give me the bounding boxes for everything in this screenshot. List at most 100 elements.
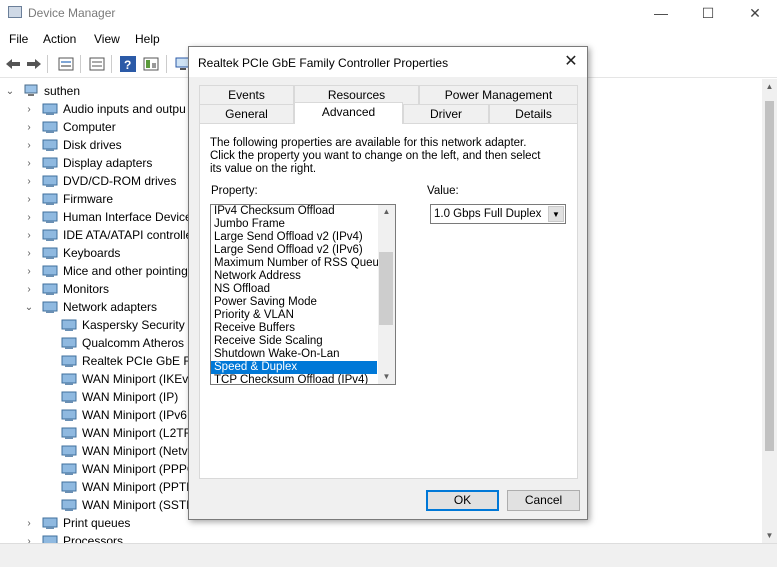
property-list-item[interactable]: IPv4 Checksum Offload [211,205,377,218]
property-list-item[interactable]: Receive Buffers [211,322,377,335]
menu-help[interactable]: Help [135,32,160,46]
property-list-item[interactable]: Jumbo Frame [211,218,377,231]
tab-power-management[interactable]: Power Management [419,85,578,104]
menu-action[interactable]: Action [43,32,76,46]
chevron-down-icon[interactable]: ▼ [548,206,564,222]
tree-item-adapter-10[interactable]: WAN Miniport (SSTF [43,496,194,514]
processor-icon [42,534,58,543]
property-list-item[interactable]: Network Address [211,270,377,283]
tree-item-label: Mice and other pointing [63,264,188,278]
property-listbox[interactable]: IPv4 Checksum Offload Jumbo Frame Large Se… [210,204,396,385]
tab-general[interactable]: General [199,104,294,123]
tree-item-label: WAN Miniport (IP) [82,390,179,404]
tree-item-category-8[interactable]: › Keyboards [24,244,120,262]
tree-item-category-9[interactable]: › Mice and other pointing [24,262,188,280]
tree-item-category-5[interactable]: › Firmware [24,190,113,208]
maximize-button[interactable]: ☐ [698,4,718,22]
listbox-scrollbar[interactable]: ▲ ▼ [378,205,395,384]
property-list-item[interactable]: Speed & Duplex [211,361,377,374]
tree-item-adapter-2[interactable]: Realtek PCIe GbE Far [43,352,201,370]
scroll-up-icon[interactable]: ▲ [378,205,395,219]
tree-item-category-4[interactable]: › DVD/CD-ROM drives [24,172,176,190]
chevron-right-icon[interactable]: › [24,154,34,172]
disk-icon [42,138,58,152]
tree-item-category-1[interactable]: › Computer [24,118,115,136]
chevron-right-icon[interactable]: › [24,136,34,154]
chevron-right-icon[interactable]: › [24,532,34,544]
tree-item-label: Firmware [63,192,113,206]
menu-view[interactable]: View [94,32,120,46]
chevron-right-icon[interactable]: › [24,514,34,532]
tree-item-label: IDE ATA/ATAPI controlle [63,228,193,242]
close-icon[interactable]: ✕ [561,52,581,72]
computer-icon [23,84,39,98]
chevron-right-icon[interactable]: › [24,208,34,226]
tree-item-category-2[interactable]: › Disk drives [24,136,121,154]
tab-advanced[interactable]: Advanced [294,102,403,124]
keyboard-icon [42,246,58,260]
menu-file[interactable]: File [9,32,28,46]
scroll-up-icon[interactable]: ▲ [762,79,777,94]
chevron-right-icon[interactable]: › [24,244,34,262]
chevron-down-icon[interactable]: ⌄ [24,298,34,316]
cancel-button[interactable]: Cancel [507,490,580,511]
chevron-down-icon[interactable]: ⌄ [5,82,15,100]
monitor-icon [42,282,58,296]
property-list-item[interactable]: Large Send Offload v2 (IPv4) [211,231,377,244]
help-icon[interactable]: ? [119,55,136,72]
tab-events[interactable]: Events [199,85,294,104]
chevron-right-icon[interactable]: › [24,226,34,244]
scroll-thumb[interactable] [379,252,393,325]
view-resources-icon[interactable] [142,55,159,72]
tree-item-adapter-1[interactable]: Qualcomm Atheros [43,334,184,352]
minimize-button[interactable]: — [651,4,671,22]
tree-root[interactable]: ⌄ suthen [5,82,80,100]
property-list-item[interactable]: NS Offload [211,283,377,296]
property-list-item[interactable]: Shutdown Wake-On-Lan [211,348,377,361]
toolbar-separator [111,55,112,73]
scroll-thumb[interactable] [765,101,774,451]
chevron-right-icon[interactable]: › [24,118,34,136]
tree-item-adapter-9[interactable]: WAN Miniport (PPTF [43,478,194,496]
tree-item-adapter-7[interactable]: WAN Miniport (Netv [43,442,188,460]
scroll-down-icon[interactable]: ▼ [378,370,395,384]
property-list-item[interactable]: TCP Checksum Offload (IPv4) [211,374,377,384]
tree-item-adapter-5[interactable]: WAN Miniport (IPv6 [43,406,187,424]
tree-item-adapter-6[interactable]: WAN Miniport (L2TF [43,424,191,442]
tree-scrollbar[interactable]: ▲ ▼ [762,79,777,543]
chevron-right-icon[interactable]: › [24,172,34,190]
tree-item-category-0[interactable]: › Audio inputs and outpu [24,100,185,118]
forward-arrow-icon[interactable] [25,55,42,72]
printer-icon [42,516,58,530]
property-list-item[interactable]: Receive Side Scaling [211,335,377,348]
tree-item-adapter-4[interactable]: WAN Miniport (IP) [43,388,178,406]
tree-item-adapter-3[interactable]: WAN Miniport (IKEv [43,370,188,388]
back-arrow-icon[interactable] [4,55,21,72]
network-adapter-icon [61,390,77,404]
chevron-right-icon[interactable]: › [24,262,34,280]
property-list-item[interactable]: Maximum Number of RSS Queues [211,257,391,270]
ok-button[interactable]: OK [426,490,499,511]
tab-driver[interactable]: Driver [403,104,489,123]
update-list-icon[interactable] [88,55,105,72]
scroll-down-icon[interactable]: ▼ [762,528,777,543]
tree-item-adapter-8[interactable]: WAN Miniport (PPPC [43,460,196,478]
close-window-button[interactable]: ✕ [745,4,765,22]
tree-item-category-3[interactable]: › Display adapters [24,154,152,172]
property-list-item[interactable]: Priority & VLAN [211,309,377,322]
chevron-right-icon[interactable]: › [24,280,34,298]
tree-item-category-6[interactable]: › Human Interface Device [24,208,191,226]
property-list-item[interactable]: Power Saving Mode [211,296,377,309]
tree-item-category-after-1[interactable]: › Processors [24,532,123,543]
property-list-item[interactable]: Large Send Offload v2 (IPv6) [211,244,377,257]
value-dropdown[interactable]: 1.0 Gbps Full Duplex ▼ [430,204,566,224]
chevron-right-icon[interactable]: › [24,190,34,208]
chevron-right-icon[interactable]: › [24,100,34,118]
tree-item-category-10[interactable]: › Monitors [24,280,109,298]
tab-details[interactable]: Details [489,104,578,123]
tree-item-adapter-0[interactable]: Kaspersky Security D [43,316,197,334]
tree-item-category-after-0[interactable]: › Print queues [24,514,130,532]
tree-item-category-7[interactable]: › IDE ATA/ATAPI controlle [24,226,192,244]
properties-sheet-icon[interactable] [57,55,74,72]
tree-item-category-11[interactable]: ⌄ Network adapters [24,298,157,316]
